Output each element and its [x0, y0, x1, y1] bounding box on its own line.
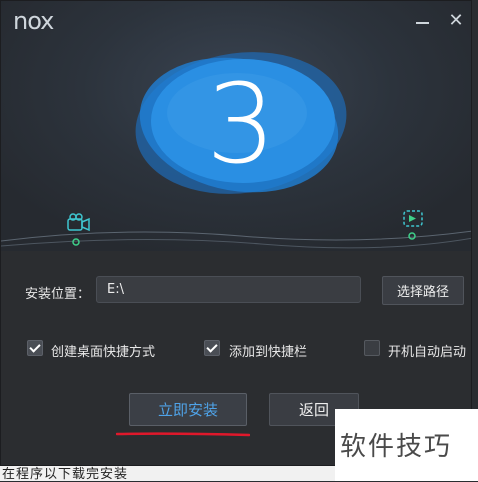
taskbar-label: 添加到快捷栏 — [229, 345, 308, 360]
watermark-text: 软件技巧 — [340, 432, 453, 462]
autostart-checkbox[interactable] — [364, 340, 380, 356]
taskbar-checkbox[interactable] — [204, 340, 220, 356]
camera-icon — [67, 213, 90, 232]
game-controller-icon — [403, 210, 423, 227]
red-highlight-underline — [116, 432, 250, 437]
desktop-shortcut-label: 创建桌面快捷方式 — [51, 345, 156, 360]
desktop-shortcut-checkbox[interactable] — [27, 340, 43, 356]
autostart-label: 开机自动启动 — [388, 345, 467, 360]
install-location-label: 安装位置： — [25, 287, 91, 302]
install-now-button[interactable]: 立即安装 — [129, 393, 247, 426]
header-banner: nox ✕ 3 — [1, 1, 471, 251]
countdown-number: 3 — [206, 60, 276, 188]
install-path-input[interactable]: E:\ — [96, 276, 361, 303]
installer-window: nox ✕ 3 安装位置： E:\ 选择路径 创建桌面快捷方式 添加到快捷栏 开… — [0, 0, 472, 466]
choose-path-button[interactable]: 选择路径 — [382, 276, 464, 305]
